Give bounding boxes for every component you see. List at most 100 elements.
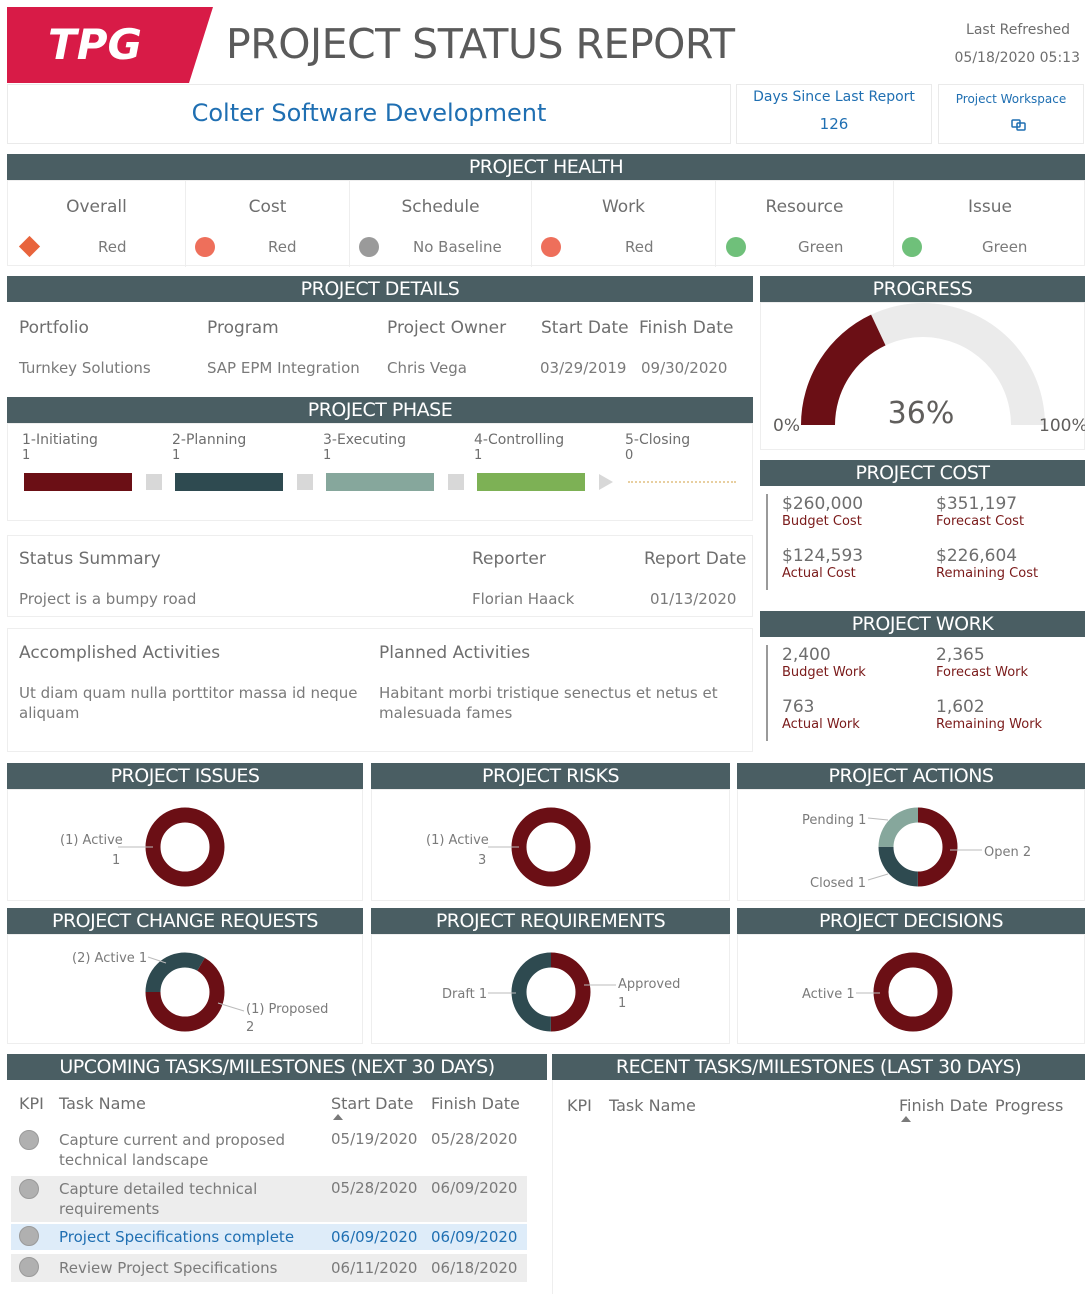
details-value: Turnkey Solutions — [19, 359, 151, 377]
kpi-circle-icon — [19, 1130, 39, 1150]
phase-bar-planning — [175, 473, 283, 491]
kpi-value: 763 — [782, 697, 815, 717]
link-icon[interactable] — [1011, 117, 1027, 131]
details-value: 03/29/2019 — [540, 359, 627, 377]
table-row[interactable]: Capture current and proposed technical l… — [11, 1126, 527, 1174]
donut-ring — [145, 807, 225, 887]
activities-table: Accomplished Activities Planned Activiti… — [7, 628, 753, 752]
donut-label: 1 — [618, 996, 626, 1011]
last-refreshed-label: Last Refreshed — [966, 22, 1070, 38]
phase-title: PROJECT PHASE — [7, 397, 753, 423]
donut-label: Active 1 — [802, 987, 855, 1002]
page-title: PROJECT STATUS REPORT — [226, 20, 735, 68]
details-title: PROJECT DETAILS — [7, 276, 753, 302]
phase-panel: 1-Initiating 1 2-Planning 1 3-Executing … — [7, 423, 753, 521]
table-row[interactable]: Capture detailed technical requirements … — [11, 1176, 527, 1222]
diamond-icon — [18, 235, 41, 258]
details-header: Program — [207, 318, 279, 338]
health-label: Cost — [248, 197, 287, 217]
kpi-label: Budget Cost — [782, 514, 862, 529]
task-finish: 06/09/2020 — [431, 1179, 518, 1197]
days-since-value: 126 — [819, 115, 849, 133]
recent-header[interactable]: KPI — [567, 1096, 592, 1115]
table-row-selected[interactable]: Project Specifications complete 06/09/20… — [11, 1224, 527, 1250]
table-row[interactable]: Review Project Specifications 06/11/2020… — [11, 1254, 527, 1282]
change-requests-chart: (2) Active 1 (1) Proposed 2 — [7, 934, 363, 1044]
status-value: Project is a bumpy road — [19, 590, 197, 608]
upcoming-header[interactable]: Start Date — [331, 1094, 413, 1113]
donut-leader — [867, 873, 889, 881]
risks-chart: (1) Active 3 — [371, 789, 730, 901]
phase-item-initiating: 1-Initiating 1 — [22, 432, 98, 463]
workspace-card[interactable]: Project Workspace — [938, 84, 1084, 144]
kpi-label: Forecast Cost — [936, 514, 1025, 529]
health-label: Issue — [968, 197, 1012, 217]
health-label: Resource — [765, 197, 844, 217]
details-header: Start Date — [541, 318, 629, 338]
kpi-label: Remaining Work — [936, 717, 1043, 732]
status-header: Status Summary — [19, 549, 161, 569]
kpi-value: 2,400 — [782, 645, 831, 665]
progress-title: PROGRESS — [760, 276, 1085, 302]
kpi-label: Actual Cost — [782, 566, 856, 581]
donut-label: Draft 1 — [442, 987, 487, 1002]
work-title: PROJECT WORK — [760, 611, 1085, 637]
donut-label: Approved — [618, 977, 680, 992]
phase-label: 4-Controlling — [474, 432, 565, 448]
upcoming-table: KPI Task Name Start Date Finish Date Cap… — [7, 1080, 547, 1294]
details-header: Finish Date — [639, 318, 734, 338]
details-header: Project Owner — [387, 318, 507, 338]
phase-item-closing: 5-Closing 0 — [625, 432, 690, 463]
circle-icon — [195, 237, 215, 257]
recent-header[interactable]: Progress — [995, 1096, 1063, 1115]
phase-connector — [448, 474, 464, 490]
days-since-label: Days Since Last Report — [753, 89, 915, 105]
details-table: Portfolio Program Project Owner Start Da… — [7, 302, 753, 384]
upcoming-title: UPCOMING TASKS/MILESTONES (NEXT 30 DAYS) — [7, 1054, 547, 1080]
gauge-value-label: 36% — [888, 396, 955, 431]
phase-arrow-icon — [599, 474, 613, 490]
task-name: Capture detailed technical requirements — [59, 1180, 258, 1218]
gauge-max-label: 100% — [1039, 416, 1085, 436]
health-status: Red — [625, 238, 654, 256]
upcoming-header[interactable]: Finish Date — [431, 1094, 520, 1113]
recent-header[interactable]: Finish Date — [899, 1096, 988, 1115]
gauge-fill — [801, 314, 886, 425]
task-finish: 06/09/2020 — [431, 1228, 518, 1246]
phase-bar-initiating — [24, 473, 132, 491]
status-value: 01/13/2020 — [650, 590, 737, 608]
health-item-work: Work Red — [532, 181, 716, 267]
donut-ring — [511, 807, 591, 887]
circle-icon — [902, 237, 922, 257]
recent-header[interactable]: Task Name — [609, 1096, 696, 1115]
work-budget: 2,400 Budget Work — [782, 645, 866, 680]
actions-chart: Pending 1 Open 2 Closed 1 — [737, 789, 1085, 901]
requirements-title: PROJECT REQUIREMENTS — [371, 908, 730, 934]
circle-icon — [541, 237, 561, 257]
upcoming-header[interactable]: Task Name — [59, 1094, 146, 1113]
health-item-overall: Overall Red — [8, 181, 186, 267]
kpi-label: Budget Work — [782, 665, 866, 680]
phase-connector — [146, 474, 162, 490]
task-name: Project Specifications complete — [59, 1228, 295, 1246]
phase-item-planning: 2-Planning 1 — [172, 432, 246, 463]
health-item-cost: Cost Red — [186, 181, 350, 267]
donut-leader — [217, 1002, 245, 1012]
details-value: Chris Vega — [387, 359, 467, 377]
workspace-label[interactable]: Project Workspace — [939, 92, 1083, 106]
phase-bar-controlling — [477, 473, 585, 491]
phase-count: 1 — [474, 448, 483, 463]
health-status: Green — [982, 238, 1028, 256]
status-header: Reporter — [472, 549, 546, 569]
upcoming-header[interactable]: KPI — [19, 1094, 44, 1113]
donut-label: 1 — [112, 853, 120, 868]
phase-label: 2-Planning — [172, 432, 247, 448]
phase-bar-closing — [628, 481, 736, 483]
kpi-value: $351,197 — [936, 494, 1018, 514]
phase-label: 5-Closing — [625, 432, 691, 448]
cost-actual: $124,593 Actual Cost — [782, 546, 863, 581]
kpi-label: Remaining Cost — [936, 566, 1039, 581]
phase-count: 1 — [323, 448, 332, 463]
donut-label: (1) Active — [426, 833, 489, 848]
decisions-title: PROJECT DECISIONS — [737, 908, 1085, 934]
